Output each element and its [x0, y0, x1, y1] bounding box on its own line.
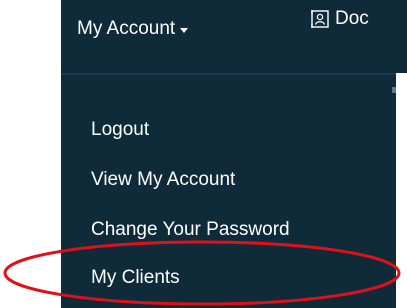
doc-link-label: Doc	[335, 8, 369, 29]
scroll-indicator	[392, 87, 396, 93]
menu-item-change-password[interactable]: Change Your Password	[91, 219, 290, 241]
my-account-label: My Account	[77, 18, 176, 39]
doc-nav-link[interactable]: Doc	[311, 8, 369, 30]
account-dropdown-menu: Logout View My Account Change Your Passw…	[61, 73, 396, 308]
menu-item-logout[interactable]: Logout	[91, 119, 149, 141]
dropdown-divider	[61, 73, 396, 75]
menu-item-my-clients[interactable]: My Clients	[91, 267, 180, 289]
caret-down-icon	[180, 27, 189, 33]
my-account-dropdown-toggle[interactable]: My Account	[77, 18, 189, 40]
person-document-icon	[311, 10, 329, 28]
menu-item-view-my-account[interactable]: View My Account	[91, 169, 235, 191]
top-navbar: My Account Doc	[61, 0, 407, 73]
